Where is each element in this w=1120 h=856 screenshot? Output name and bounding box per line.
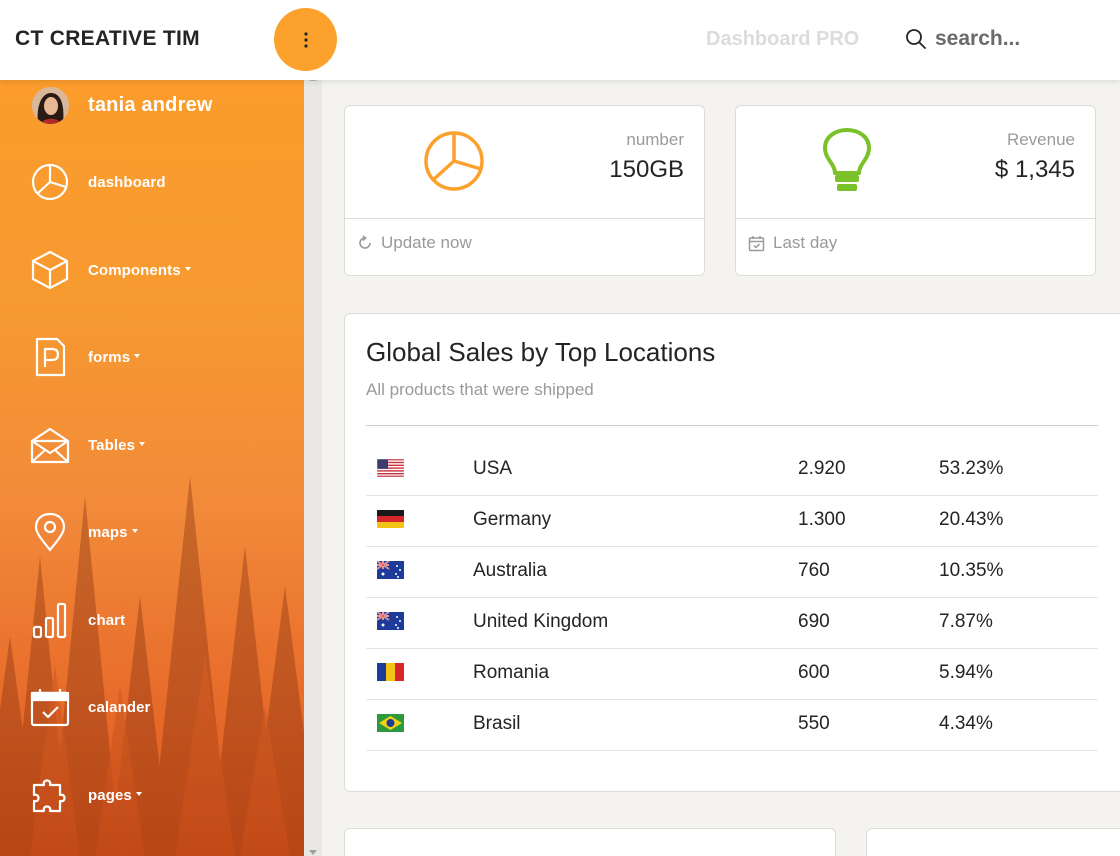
- card-title: Global Sales by Top Locations: [366, 337, 716, 367]
- sales-amount: 550: [798, 713, 830, 734]
- table-row: Germany 1.300 20.43%: [366, 496, 1098, 547]
- country-name: USA: [473, 458, 513, 479]
- caret-down-icon: [134, 353, 141, 358]
- global-sales-card: Global Sales by Top Locations All produc…: [344, 313, 1120, 792]
- stat-card-revenue: Revenue $ 1,345 Last day: [735, 105, 1096, 276]
- box-icon: [30, 250, 70, 290]
- navbar-title[interactable]: Dashboard PRO: [706, 28, 859, 51]
- sales-percent: 53.23%: [939, 458, 1004, 479]
- envelope-icon: [30, 425, 70, 465]
- form-doc-icon: [30, 337, 70, 377]
- refresh-icon: [359, 235, 371, 249]
- user-name: tania andrew: [88, 93, 213, 116]
- dots-vertical-icon: [303, 31, 308, 48]
- table-row: USA 2.920 53.23%: [366, 445, 1098, 496]
- caret-down-icon: [135, 791, 142, 796]
- sales-amount: 600: [798, 662, 830, 683]
- stat-footer-text: Last day: [773, 233, 838, 252]
- lightbulb-icon: [820, 128, 874, 199]
- table-row: Brasil 550 4.34%: [366, 700, 1098, 751]
- brand-logo[interactable]: CT CREATIVE TIM: [15, 27, 200, 51]
- bottom-card-right: [866, 828, 1120, 856]
- puzzle-icon: [30, 775, 70, 815]
- sidebar-item-calander[interactable]: calander: [30, 685, 151, 729]
- calendar-icon: [748, 235, 765, 251]
- country-name: Germany: [473, 509, 552, 530]
- sidebar-item-tables[interactable]: Tables: [30, 423, 146, 467]
- country-name: United Kingdom: [473, 611, 609, 632]
- sidebar-item-maps[interactable]: maps: [30, 510, 138, 554]
- sidebar-item-label: Tables: [88, 437, 146, 454]
- ro-flag-icon: [377, 663, 404, 681]
- sidebar-item-label: maps: [88, 524, 138, 541]
- caret-down-icon: [139, 441, 146, 446]
- calendar-check-icon: [30, 687, 70, 727]
- country-name: Australia: [473, 560, 547, 581]
- sales-percent: 10.35%: [939, 560, 1004, 581]
- divider: [736, 218, 1095, 219]
- sidebar: tania andrew dashboard Components forms …: [0, 80, 304, 856]
- stat-value: $ 1,345: [994, 156, 1075, 183]
- sidebar-item-label: chart: [88, 611, 126, 629]
- sidebar-item-label: Components: [88, 262, 191, 279]
- sales-amount: 760: [798, 560, 830, 581]
- caret-down-icon: [184, 266, 191, 271]
- sales-percent: 4.34%: [939, 713, 993, 734]
- sidebar-item-label: calander: [88, 698, 151, 716]
- sales-amount: 690: [798, 611, 830, 632]
- stat-footer-text: Update now: [381, 233, 472, 252]
- stat-label: number: [626, 130, 684, 149]
- br-flag-icon: [377, 714, 404, 732]
- sales-percent: 5.94%: [939, 662, 993, 683]
- sales-amount: 2.920: [798, 458, 846, 479]
- au-flag-icon: [377, 561, 404, 579]
- sidebar-item-pages[interactable]: pages: [30, 773, 142, 817]
- sales-percent: 20.43%: [939, 509, 1004, 530]
- divider: [345, 218, 704, 219]
- pie-chart-icon: [421, 128, 487, 199]
- table-row: Romania 600 5.94%: [366, 649, 1098, 700]
- country-name: Romania: [473, 662, 550, 683]
- stat-card-number: number 150GB Update now: [344, 105, 705, 276]
- pie-chart-icon: [30, 162, 70, 202]
- de-flag-icon: [377, 510, 404, 528]
- scroll-down-icon[interactable]: [309, 850, 317, 855]
- table-row: United Kingdom 690 7.87%: [366, 598, 1098, 649]
- bottom-card-left: [344, 828, 836, 856]
- sidebar-item-dashboard[interactable]: dashboard: [30, 160, 166, 204]
- search-input[interactable]: [935, 27, 1115, 51]
- sales-amount: 1.300: [798, 509, 846, 530]
- sidebar-user[interactable]: tania andrew: [32, 86, 213, 124]
- divider: [366, 425, 1098, 426]
- stat-label: Revenue: [1006, 130, 1075, 149]
- sales-percent: 7.87%: [939, 611, 993, 632]
- sidebar-item-label: pages: [88, 787, 142, 804]
- stat-footer[interactable]: Last day: [748, 232, 837, 254]
- sidebar-toggle-button[interactable]: [274, 8, 337, 71]
- search-icon[interactable]: [905, 28, 927, 50]
- sidebar-item-chart[interactable]: chart: [30, 598, 125, 642]
- top-navbar: CT CREATIVE TIM Dashboard PRO: [0, 0, 1120, 80]
- search-bar: [905, 24, 1115, 54]
- sidebar-item-label: forms: [88, 349, 141, 366]
- sidebar-item-label: dashboard: [88, 173, 166, 191]
- sidebar-item-forms[interactable]: forms: [30, 335, 141, 379]
- bar-chart-icon: [30, 600, 70, 640]
- us-flag-icon: [377, 459, 404, 477]
- avatar: [32, 86, 69, 124]
- stat-value: 150GB: [609, 156, 684, 183]
- table-row: Australia 760 10.35%: [366, 547, 1098, 598]
- au-flag-icon: [377, 612, 404, 630]
- sales-table: USA 2.920 53.23% Germany 1.300 20.43% Au…: [366, 445, 1098, 751]
- caret-down-icon: [131, 528, 138, 533]
- country-name: Brasil: [473, 713, 521, 734]
- sidebar-scrollbar[interactable]: [304, 80, 322, 856]
- sidebar-item-components[interactable]: Components: [30, 248, 191, 292]
- map-pin-icon: [30, 512, 70, 552]
- card-subtitle: All products that were shipped: [366, 380, 594, 399]
- stat-footer[interactable]: Update now: [357, 232, 472, 254]
